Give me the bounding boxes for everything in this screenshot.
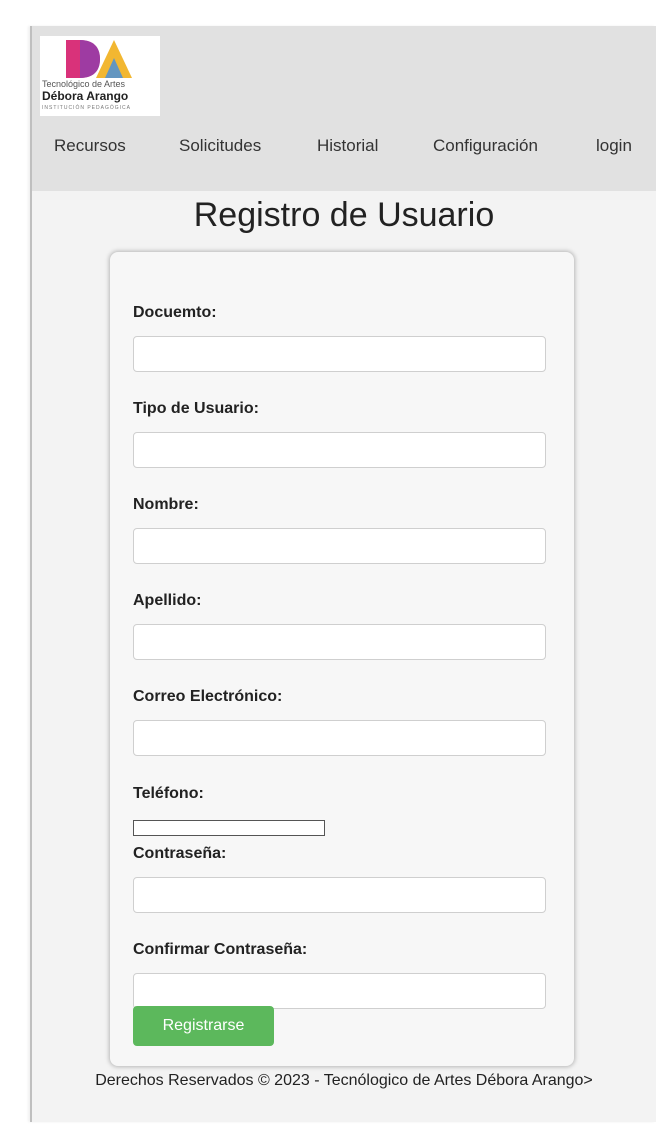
tipo-usuario-input[interactable] — [133, 432, 546, 468]
apellido-input[interactable] — [133, 624, 546, 660]
footer-text: Derechos Reservados © 2023 - Tecnólogico… — [95, 1072, 593, 1089]
contrasena-label: Contraseña: — [133, 845, 227, 862]
main-nav: Recursos Solicitudes Historial Configura… — [32, 132, 656, 162]
contrasena-input[interactable] — [133, 877, 546, 913]
confirmar-contrasena-label: Confirmar Contraseña: — [133, 941, 308, 958]
correo-label: Correo Electrónico: — [133, 688, 283, 705]
logo-text-line1: Tecnológico de Artes — [42, 79, 126, 89]
nav-item-solicitudes[interactable]: Solicitudes — [179, 136, 261, 156]
registration-form: Docuemto: Tipo de Usuario: Nombre: Apell… — [110, 252, 574, 1066]
documento-label: Docuemto: — [133, 304, 217, 321]
site-logo[interactable]: Tecnológico de Artes Débora Arango INSTI… — [40, 36, 160, 116]
site-header: Tecnológico de Artes Débora Arango INSTI… — [32, 26, 656, 191]
nav-item-historial[interactable]: Historial — [317, 136, 378, 156]
registrarse-button[interactable]: Registrarse — [133, 1006, 274, 1046]
page-title: Registro de Usuario — [193, 196, 495, 234]
logo-text-line3: INSTITUCIÓN PEDAGÓGICA — [42, 105, 131, 111]
nav-item-configuracion[interactable]: Configuración — [433, 136, 538, 156]
documento-input[interactable] — [133, 336, 546, 372]
apellido-label: Apellido: — [133, 592, 202, 609]
tipo-usuario-label: Tipo de Usuario: — [133, 400, 259, 417]
nombre-input[interactable] — [133, 528, 546, 564]
nombre-label: Nombre: — [133, 496, 199, 513]
correo-input[interactable] — [133, 720, 546, 756]
telefono-label: Teléfono: — [133, 785, 204, 802]
page-container: Tecnológico de Artes Débora Arango INSTI… — [30, 26, 656, 1122]
logo-mark-icon — [66, 40, 132, 78]
nav-item-recursos[interactable]: Recursos — [54, 136, 126, 156]
logo-text-line2: Débora Arango — [42, 89, 129, 103]
telefono-input[interactable] — [133, 820, 325, 836]
confirmar-contrasena-input[interactable] — [133, 973, 546, 1009]
nav-item-login[interactable]: login — [596, 136, 632, 156]
